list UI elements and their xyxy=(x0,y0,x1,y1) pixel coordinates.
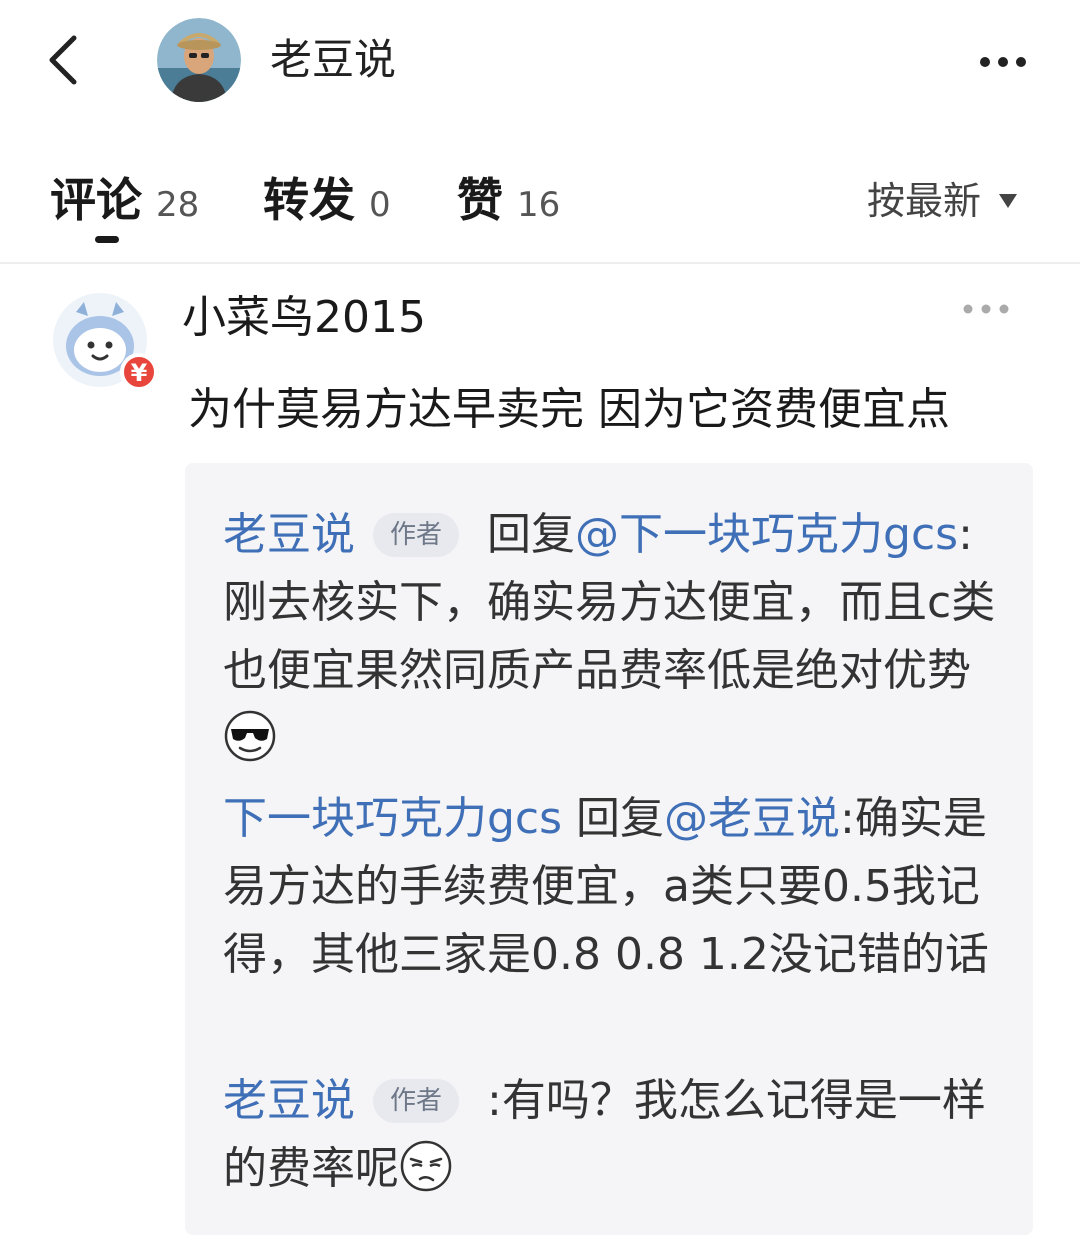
reply-word: 回复 xyxy=(576,793,665,844)
tab-label: 转发 xyxy=(263,173,355,227)
caret-down-icon xyxy=(999,194,1018,208)
reply-mention[interactable]: @下一块巧克力gcs xyxy=(575,509,958,560)
tab-likes[interactable]: 赞 16 xyxy=(457,168,560,232)
reply-item: 老豆说 作者 回复@下一块巧克力gcs:刚去核实下，确实易方达便宜，而且c类也便宜果… xyxy=(223,501,1013,773)
reply-author[interactable]: 下一块巧克力gcs xyxy=(223,793,562,844)
comment-text: 为什莫易方达早卖完 因为它资费便宜点 xyxy=(188,384,950,435)
reply-author[interactable]: 老豆说 xyxy=(223,1075,355,1126)
reply-thread[interactable]: 老豆说 作者 回复@下一块巧克力gcs:刚去核实下，确实易方达便宜，而且c类也便宜果… xyxy=(185,463,1033,1235)
tab-count: 28 xyxy=(156,185,200,225)
chevron-left-icon[interactable] xyxy=(40,28,90,93)
active-tab-indicator xyxy=(95,236,119,243)
sort-dropdown[interactable]: 按最新 xyxy=(867,174,1018,228)
tab-bar: 评论 28 转发 0 赞 16 按最新 xyxy=(0,160,1080,260)
tab-reposts[interactable]: 转发 0 xyxy=(263,168,391,232)
author-avatar[interactable] xyxy=(157,18,241,102)
skeptical-emoji-icon xyxy=(400,1140,452,1192)
more-dots-icon[interactable] xyxy=(975,50,1035,74)
top-bar: 老豆说 xyxy=(0,0,1080,125)
tab-count: 16 xyxy=(517,185,561,225)
sort-label: 按最新 xyxy=(867,179,982,223)
tab-count: 0 xyxy=(369,185,391,225)
reply-mention[interactable]: @老豆说 xyxy=(664,793,840,844)
reply-author[interactable]: 老豆说 xyxy=(223,509,355,560)
svg-text:¥: ¥ xyxy=(131,359,148,387)
tab-comments[interactable]: 评论 28 xyxy=(50,168,199,232)
author-badge: 作者 xyxy=(373,1079,460,1123)
commenter-avatar[interactable]: ¥ xyxy=(50,290,158,398)
divider xyxy=(0,262,1080,264)
sunglasses-emoji-icon xyxy=(224,710,276,762)
reply-item: 老豆说 作者:有吗？我怎么记得是一样的费率呢 xyxy=(223,1067,1013,1203)
tab-label: 赞 xyxy=(457,173,503,227)
reply-word: 回复 xyxy=(487,509,576,560)
more-dots-icon[interactable] xyxy=(962,300,1010,318)
author-badge: 作者 xyxy=(373,513,460,557)
reply-item: 下一块巧克力gcs 回复@老豆说:确实是易方达的手续费便宜，a类只要0.5我记得… xyxy=(223,785,1013,989)
page-title: 老豆说 xyxy=(270,35,397,84)
tab-label: 评论 xyxy=(50,173,142,227)
commenter-username[interactable]: 小菜鸟2015 xyxy=(182,290,426,346)
